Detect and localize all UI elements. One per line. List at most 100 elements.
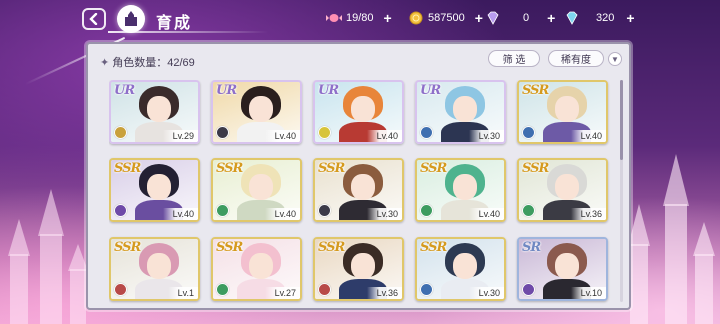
level-label: Lv.40 bbox=[570, 130, 606, 142]
level-label: Lv.1 bbox=[167, 286, 198, 299]
character-portrait-face bbox=[147, 252, 171, 279]
character-portrait-face bbox=[351, 174, 375, 201]
blue-gem-value: 320 bbox=[596, 12, 615, 24]
character-card[interactable]: SSR Lv.40 bbox=[517, 80, 608, 144]
rarity-badge: SSR bbox=[216, 161, 243, 177]
character-portrait-face bbox=[351, 252, 375, 279]
character-portrait-face bbox=[249, 96, 273, 122]
gem-blue-icon bbox=[566, 11, 578, 25]
gold-coin-icon bbox=[409, 11, 423, 25]
rarity-badge: SSR bbox=[216, 239, 243, 255]
character-card[interactable]: SSR Lv.36 bbox=[517, 158, 608, 223]
character-card[interactable]: SSR Lv.30 bbox=[415, 236, 506, 301]
rarity-badge: SSR bbox=[522, 161, 549, 177]
rarity-badge: SSR bbox=[318, 161, 345, 177]
rarity-badge: SSR bbox=[522, 83, 549, 98]
rarity-badge: UR bbox=[216, 83, 237, 98]
chevron-down-icon: ▼ bbox=[611, 54, 619, 64]
rarity-badge: SSR bbox=[420, 161, 447, 177]
character-portrait-face bbox=[147, 96, 171, 122]
pink-gem-value: 0 bbox=[523, 12, 530, 24]
scroll-thumb[interactable] bbox=[620, 80, 623, 160]
candy-add-button[interactable]: + bbox=[384, 11, 392, 25]
sort-order-button[interactable]: ▼ bbox=[608, 52, 622, 66]
rarity-badge: SSR bbox=[420, 239, 447, 255]
character-card[interactable]: UR Lv.40 bbox=[211, 80, 302, 144]
blue-gem-add-button[interactable]: + bbox=[626, 11, 634, 25]
element-icon bbox=[216, 126, 229, 139]
rarity-sort-button[interactable]: 稀有度 bbox=[548, 50, 604, 67]
rarity-badge: SSR bbox=[114, 161, 141, 177]
scrollbar[interactable] bbox=[620, 80, 623, 302]
chevron-left-icon bbox=[89, 13, 98, 25]
character-card[interactable]: SSR Lv.36 bbox=[313, 236, 404, 301]
level-label: Lv.40 bbox=[468, 208, 504, 221]
level-label: Lv.36 bbox=[570, 208, 606, 221]
rarity-badge: UR bbox=[420, 83, 441, 98]
element-icon bbox=[420, 126, 433, 139]
filter-button[interactable]: 筛 选 bbox=[488, 50, 540, 67]
level-label: Lv.29 bbox=[162, 130, 198, 142]
character-portrait-face bbox=[453, 96, 477, 122]
character-portrait-face bbox=[555, 96, 579, 122]
rarity-badge: SSR bbox=[114, 239, 141, 255]
character-count: ✦ 角色数量：42/69 bbox=[100, 57, 195, 69]
character-panel: ✦ 角色数量：42/69 筛 选 稀有度 ▼ UR Lv.29 UR Lv.40 UR Lv… bbox=[86, 42, 631, 310]
character-portrait-face bbox=[453, 252, 477, 279]
candy-value: 19/80 bbox=[346, 12, 374, 24]
character-portrait-face bbox=[249, 252, 273, 279]
character-portrait-face bbox=[351, 96, 375, 122]
character-card[interactable]: SR Lv.10 bbox=[517, 236, 608, 301]
resource-candy: 19/80 + bbox=[326, 11, 392, 25]
resource-pink-gem: 0 + bbox=[485, 11, 555, 25]
level-label: Lv.27 bbox=[264, 286, 300, 299]
level-label: Lv.40 bbox=[366, 130, 402, 142]
character-card[interactable]: SSR Lv.30 bbox=[313, 158, 404, 223]
character-card[interactable]: SSR Lv.1 bbox=[109, 236, 200, 301]
element-icon bbox=[522, 282, 535, 296]
castle-icon bbox=[125, 11, 137, 26]
level-label: Lv.40 bbox=[264, 130, 300, 142]
gold-add-button[interactable]: + bbox=[475, 11, 483, 25]
title-underline bbox=[108, 31, 268, 33]
level-label: Lv.10 bbox=[570, 286, 606, 299]
character-portrait-face bbox=[555, 252, 579, 279]
home-button[interactable] bbox=[117, 5, 145, 33]
level-label: Lv.40 bbox=[264, 208, 300, 221]
character-grid: UR Lv.29 UR Lv.40 UR Lv.40 UR Lv.30 SSR Lv.40 SSR L… bbox=[109, 80, 614, 306]
character-portrait-face bbox=[453, 174, 477, 201]
character-card[interactable]: SSR Lv.40 bbox=[211, 158, 302, 223]
character-card[interactable]: SSR Lv.27 bbox=[211, 236, 302, 301]
level-label: Lv.30 bbox=[468, 286, 504, 299]
character-card[interactable]: SSR Lv.40 bbox=[415, 158, 506, 223]
element-icon bbox=[522, 126, 535, 139]
character-card[interactable]: UR Lv.29 bbox=[109, 80, 200, 144]
character-portrait-face bbox=[249, 174, 273, 201]
pink-gem-add-button[interactable]: + bbox=[547, 11, 555, 25]
diamond-bullet-icon: ✦ bbox=[100, 57, 110, 69]
resource-blue-gem: 320 + bbox=[564, 11, 635, 25]
character-card[interactable]: UR Lv.30 bbox=[415, 80, 506, 144]
rarity-badge: UR bbox=[318, 83, 339, 98]
character-card[interactable]: SSR Lv.40 bbox=[109, 158, 200, 223]
level-label: Lv.30 bbox=[366, 208, 402, 221]
back-button[interactable] bbox=[82, 8, 106, 30]
page-title: 育成 bbox=[156, 15, 193, 32]
element-icon bbox=[216, 282, 229, 296]
level-label: Lv.40 bbox=[162, 208, 198, 221]
element-icon bbox=[318, 282, 331, 296]
character-card[interactable]: UR Lv.40 bbox=[313, 80, 404, 144]
candy-icon bbox=[326, 14, 342, 22]
character-portrait-face bbox=[555, 174, 579, 201]
character-portrait-face bbox=[147, 174, 171, 201]
element-icon bbox=[114, 282, 127, 296]
element-icon bbox=[318, 126, 331, 139]
resource-gold: 587500 + bbox=[408, 11, 483, 25]
gold-value: 587500 bbox=[428, 12, 465, 24]
element-icon bbox=[420, 282, 433, 296]
element-icon bbox=[114, 126, 127, 139]
level-label: Lv.30 bbox=[468, 130, 504, 142]
rarity-badge: UR bbox=[114, 83, 135, 98]
rarity-badge: SSR bbox=[318, 239, 345, 255]
rarity-badge: SR bbox=[522, 239, 541, 255]
